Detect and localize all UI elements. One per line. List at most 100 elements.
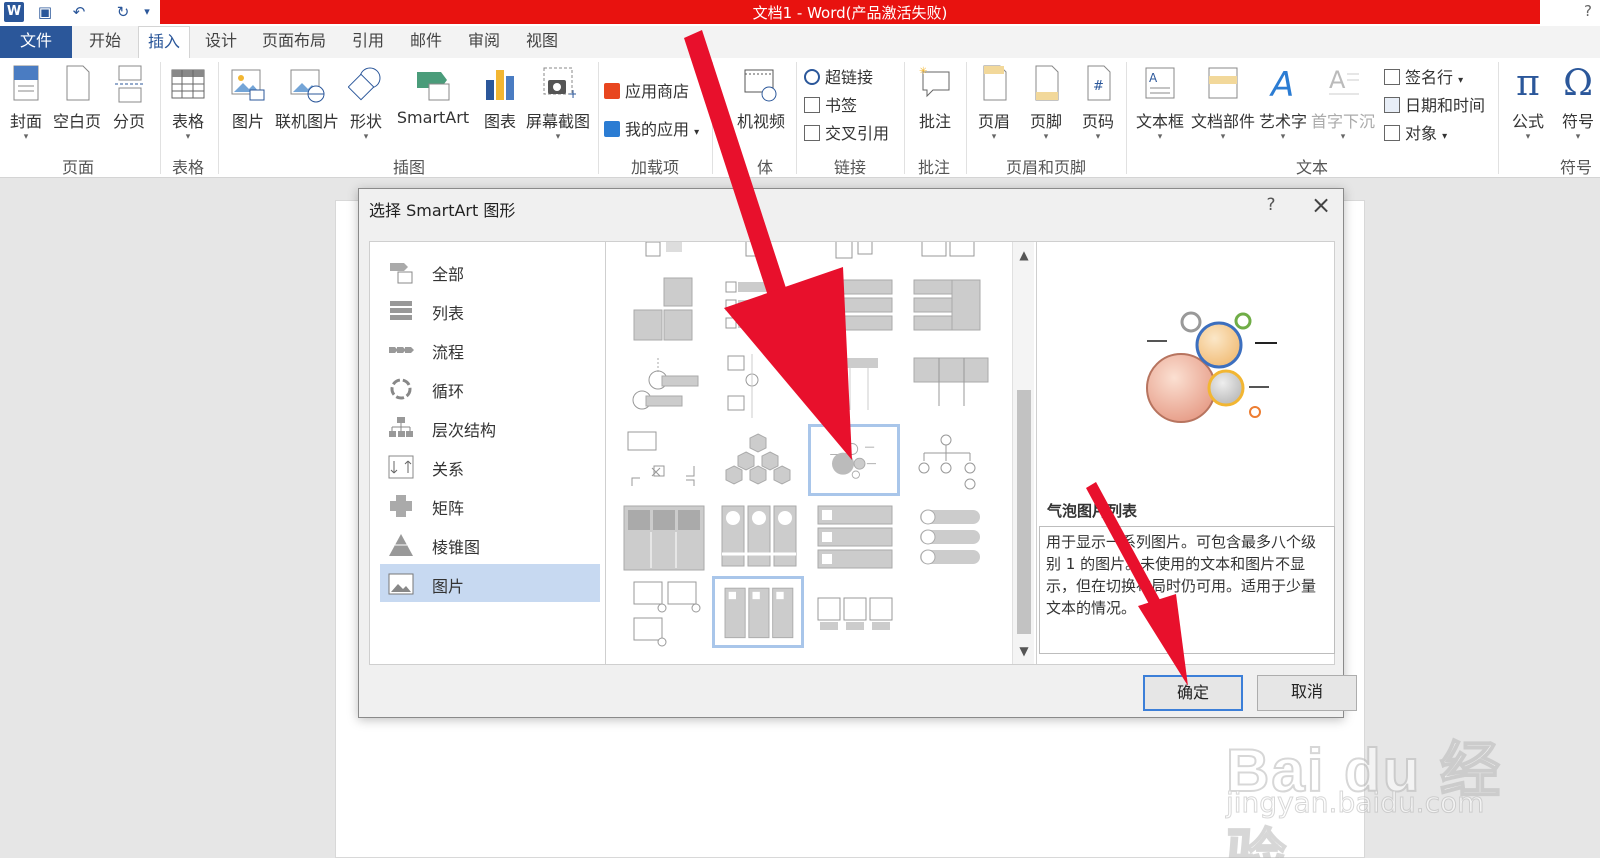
layout-thumb[interactable] bbox=[904, 274, 996, 346]
category-picture[interactable]: 图片 bbox=[380, 564, 600, 602]
scroll-down-icon[interactable]: ▼ bbox=[1013, 644, 1035, 658]
signature-icon bbox=[1384, 69, 1400, 85]
scroll-thumb[interactable] bbox=[1017, 390, 1031, 634]
table-button[interactable]: 表格 ▾ bbox=[166, 64, 210, 142]
online-picture-button[interactable]: 联机图片 bbox=[274, 64, 340, 132]
layout-thumb[interactable] bbox=[618, 350, 710, 422]
picture-button[interactable]: 图片 bbox=[226, 64, 270, 132]
tab-file[interactable]: 文件 bbox=[0, 26, 72, 58]
group-illustrations-label: 插图 bbox=[392, 158, 425, 177]
symbol-button[interactable]: Ω 符号 ▾ bbox=[1556, 64, 1600, 143]
tab-view[interactable]: 视图 bbox=[518, 26, 566, 58]
category-matrix[interactable]: 矩阵 bbox=[380, 486, 600, 524]
layout-thumb[interactable] bbox=[808, 350, 900, 422]
layout-thumb[interactable] bbox=[712, 274, 804, 346]
cancel-button[interactable]: 取消 bbox=[1257, 675, 1357, 711]
date-time-button[interactable]: 日期和时间 bbox=[1384, 92, 1485, 116]
layout-thumb[interactable] bbox=[618, 274, 710, 346]
layout-thumb[interactable] bbox=[808, 578, 900, 650]
group-text-label: 文本 bbox=[1295, 158, 1328, 177]
layout-thumb[interactable] bbox=[808, 274, 900, 346]
comment-button[interactable]: ✳ 批注 bbox=[910, 64, 960, 132]
picture-icon bbox=[388, 573, 414, 595]
layout-thumb[interactable] bbox=[904, 350, 996, 422]
smartart-dialog: 选择 SmartArt 图形 ? × 全部 列表 流程 循环 层次结构 关系 矩… bbox=[358, 188, 1357, 718]
svg-text:+: + bbox=[568, 87, 576, 101]
tab-layout[interactable]: 页面布局 bbox=[254, 26, 334, 58]
redo-icon[interactable]: ↻ bbox=[112, 2, 134, 22]
online-video-button[interactable]: 机视频 bbox=[730, 64, 792, 132]
bookmark-icon bbox=[804, 97, 820, 113]
category-process[interactable]: 流程 bbox=[380, 330, 600, 368]
cross-reference-button[interactable]: 交叉引用 bbox=[804, 120, 889, 144]
customize-quick-access-icon[interactable]: ▾ bbox=[140, 2, 154, 22]
category-relationship[interactable]: 关系 bbox=[380, 447, 600, 485]
footer-button[interactable]: 页脚 ▾ bbox=[1024, 64, 1068, 142]
svg-text:✳: ✳ bbox=[919, 66, 927, 77]
layout-thumb[interactable] bbox=[618, 426, 710, 498]
tab-home[interactable]: 开始 bbox=[78, 26, 132, 58]
hyperlink-button[interactable]: 超链接 bbox=[804, 64, 873, 88]
page-number-button[interactable]: # 页码 ▾ bbox=[1076, 64, 1120, 142]
my-apps-button[interactable]: 我的应用 ▾ bbox=[604, 116, 699, 140]
shapes-icon bbox=[348, 67, 381, 101]
dialog-help-button[interactable]: ? bbox=[1261, 195, 1281, 215]
my-apps-icon bbox=[604, 121, 620, 137]
group-tables-label: 表格 bbox=[171, 158, 204, 177]
help-button[interactable]: ? bbox=[1584, 2, 1592, 20]
layout-thumb-bubble-picture-list[interactable] bbox=[808, 424, 900, 496]
dropcap-button[interactable]: A 首字下沉 ▾ bbox=[1310, 64, 1376, 142]
bookmark-button[interactable]: 书签 bbox=[804, 92, 857, 116]
layout-thumb[interactable] bbox=[712, 426, 804, 498]
smartart-button[interactable]: SmartArt bbox=[396, 64, 470, 127]
dialog-title: 选择 SmartArt 图形 bbox=[369, 201, 516, 220]
cover-button[interactable]: 封面 ▾ bbox=[4, 64, 48, 142]
category-list-item[interactable]: 列表 bbox=[380, 291, 600, 329]
blank-page-button[interactable]: 空白页 bbox=[50, 64, 104, 132]
layout-thumb[interactable] bbox=[808, 502, 900, 574]
layout-thumb[interactable] bbox=[712, 502, 804, 574]
quick-parts-button[interactable]: 文档部件 ▾ bbox=[1190, 64, 1256, 142]
shapes-button[interactable]: 形状 ▾ bbox=[344, 64, 388, 142]
pyramid-icon bbox=[389, 534, 413, 556]
store-button[interactable]: 应用商店 bbox=[604, 78, 689, 102]
svg-text:#: # bbox=[1093, 79, 1104, 94]
ok-button[interactable]: 确定 bbox=[1143, 675, 1243, 711]
word-app-icon[interactable]: W bbox=[4, 2, 24, 22]
layout-thumb[interactable] bbox=[618, 578, 710, 650]
tab-insert[interactable]: 插入 bbox=[138, 26, 190, 58]
dialog-close-button[interactable]: × bbox=[1309, 191, 1333, 219]
equation-button[interactable]: π 公式 ▾ bbox=[1506, 64, 1550, 143]
signature-line-button[interactable]: 签名行 ▾ bbox=[1384, 64, 1463, 88]
online-video-icon bbox=[744, 69, 777, 102]
category-pyramid[interactable]: 棱锥图 bbox=[380, 525, 600, 563]
undo-icon[interactable]: ↶ bbox=[68, 2, 90, 22]
layout-thumb[interactable] bbox=[712, 576, 804, 648]
save-icon[interactable]: ▣ bbox=[34, 2, 56, 22]
tab-references[interactable]: 引用 bbox=[344, 26, 392, 58]
header-button[interactable]: 页眉 ▾ bbox=[972, 64, 1016, 142]
layout-thumb[interactable] bbox=[904, 502, 996, 574]
layout-thumb[interactable] bbox=[904, 426, 996, 498]
gallery-scrollbar[interactable]: ▲ ▼ bbox=[1012, 242, 1034, 664]
object-button[interactable]: 对象 ▾ bbox=[1384, 120, 1447, 144]
category-all[interactable]: 全部 bbox=[380, 252, 600, 290]
chart-button[interactable]: 图表 bbox=[478, 64, 522, 132]
textbox-button[interactable]: A 文本框 ▾ bbox=[1132, 64, 1188, 142]
layout-thumb[interactable] bbox=[712, 350, 804, 422]
wordart-button[interactable]: A 艺术字 ▾ bbox=[1258, 64, 1308, 142]
header-icon bbox=[983, 65, 1007, 101]
tab-mailings[interactable]: 邮件 bbox=[402, 26, 450, 58]
title-bar: W ▣ ↶ ↻ ▾ 文档1 - Word(产品激活失败) ? bbox=[0, 0, 1600, 26]
process-icon bbox=[389, 347, 414, 353]
tab-design[interactable]: 设计 bbox=[196, 26, 246, 58]
scroll-up-icon[interactable]: ▲ bbox=[1013, 248, 1035, 262]
category-cycle[interactable]: 循环 bbox=[380, 369, 600, 407]
layout-thumb[interactable] bbox=[618, 502, 710, 574]
tab-review[interactable]: 审阅 bbox=[460, 26, 508, 58]
screenshot-icon: + bbox=[543, 67, 576, 101]
page-break-button[interactable]: 分页 bbox=[108, 64, 150, 132]
ribbon-tabs: 文件 开始 插入 设计 页面布局 引用 邮件 审阅 视图 bbox=[0, 26, 1600, 58]
category-hierarchy[interactable]: 层次结构 bbox=[380, 408, 600, 446]
screenshot-button[interactable]: + 屏幕截图 ▾ bbox=[524, 64, 592, 142]
